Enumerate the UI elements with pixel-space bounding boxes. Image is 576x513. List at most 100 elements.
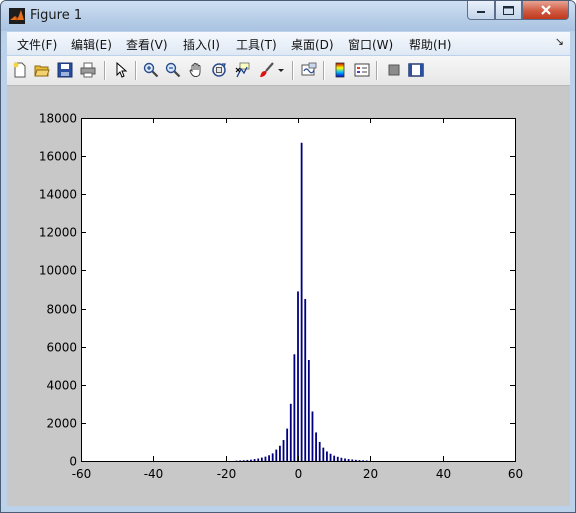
print-button[interactable] [78,60,98,80]
histogram-bar [246,459,249,461]
histogram-bar [326,451,328,461]
menu-desktop[interactable]: 桌面(D) [291,36,334,53]
toolbar-separator [292,61,294,80]
histogram-bar [257,458,260,461]
data-cursor-button[interactable] [232,60,252,80]
legend-button[interactable] [352,60,372,80]
histogram-bar [340,457,343,461]
x-tick-label: 0 [295,467,303,481]
close-icon [540,5,551,15]
x-tick-label: -40 [144,467,164,481]
histogram-bar [344,458,346,461]
toolbar-separator [104,61,106,80]
save-icon [57,62,73,78]
open-file-icon [34,65,50,77]
x-tick-label: -20 [217,467,237,481]
maximize-button[interactable] [495,1,522,20]
print-icon [80,62,96,78]
histogram-bar [304,299,307,461]
menu-window[interactable]: 窗口(W) [348,36,393,53]
brush-icon [260,62,274,77]
menu-bar: 文件(F) 编辑(E) 查看(V) 插入(I) 工具(T) 桌面(D) 窗口(W… [7,32,570,55]
histogram-bar [358,460,361,461]
y-tick-label: 0 [69,455,77,469]
histogram-bar [286,428,289,461]
data-cursor-icon [235,62,250,78]
histogram-bar [260,457,263,461]
chevron-down-icon [278,69,284,72]
maximize-icon [503,5,514,15]
colorbar-button[interactable] [330,60,350,80]
histogram-bar [279,445,281,461]
legend-icon [354,63,370,77]
toolbar-separator [135,61,137,80]
pointer-button[interactable] [111,60,131,80]
save-button[interactable] [55,60,75,80]
histogram-bar [354,459,357,461]
histogram-bar [362,460,364,461]
menu-view[interactable]: 查看(V) [126,36,168,53]
pointer-icon [116,62,128,78]
x-tick-label: 40 [436,467,451,481]
histogram-bar [250,459,252,461]
menu-help[interactable]: 帮助(H) [409,36,451,53]
minimize-button[interactable] [467,1,495,20]
zoom-in-button[interactable] [141,60,161,80]
minimize-icon [477,11,485,13]
histogram-bar [336,456,339,461]
y-tick-label: 4000 [46,379,77,393]
y-tick-label: 2000 [46,417,77,431]
zoom-out-button[interactable] [163,60,183,80]
histogram-bar [293,354,296,461]
menu-tools[interactable]: 工具(T) [236,36,277,53]
histogram-bar [311,411,314,461]
open-file-button[interactable] [32,60,52,80]
histogram-bar [318,441,321,461]
histogram-bar [268,455,270,461]
histogram-bar [347,459,350,461]
histogram-bar [307,360,310,461]
menu-insert[interactable]: 插入(I) [183,36,220,53]
menu-edit[interactable]: 编辑(E) [71,36,112,53]
histogram-bar [242,460,245,461]
zoom-out-icon [165,62,181,78]
menu-dock-arrow-icon[interactable]: ↘ [555,35,564,48]
y-tick-label: 12000 [39,226,77,240]
close-button[interactable] [522,1,569,20]
y-tick-label: 16000 [39,150,77,164]
zoom-in-icon [143,62,159,78]
histogram-bar [282,440,285,461]
brush-button[interactable] [257,60,277,80]
toolbar-separator [323,61,325,80]
x-tick-label: 60 [508,467,523,481]
title-bar[interactable]: Figure 1 [1,1,575,31]
pan-button[interactable] [186,60,206,80]
histogram-bar [264,456,267,461]
figure-toolbar [7,56,570,86]
figure-window: Figure 1 文件(F) 编辑(E) 查看(V) 插入(I) 工具(T) 桌… [0,0,576,513]
figure-canvas[interactable]: -60 -40 -20 0 20 40 60 0 2000 4000 6000 8000 10000 12… [7,86,570,506]
x-tick-label: -60 [72,467,92,481]
histogram-bar [275,449,278,461]
pan-hand-icon [189,63,201,78]
histogram-bar [289,403,292,461]
hide-plot-tools-button[interactable] [384,60,404,80]
rotate-3d-icon [212,63,226,77]
y-tick-label: 14000 [39,188,77,202]
menu-file[interactable]: 文件(F) [17,36,57,53]
histogram-bar [322,447,325,461]
link-plot-button[interactable] [299,60,319,80]
histogram-bar [333,455,336,461]
y-tick-label: 8000 [46,303,77,317]
histogram-bar [271,453,274,461]
histogram-plot[interactable]: -60 -40 -20 0 20 40 60 0 2000 4000 6000 8000 10000 12… [7,86,570,506]
histogram-bar [351,459,354,461]
histogram-bar [253,459,256,461]
rotate-3d-button[interactable] [209,60,229,80]
brush-dropdown-button[interactable] [276,60,286,80]
show-plot-tools-button[interactable] [406,60,426,80]
histogram-bar [315,432,317,461]
y-tick-label: 18000 [39,112,77,126]
window-title: Figure 1 [30,8,83,23]
new-figure-button[interactable] [10,60,30,80]
